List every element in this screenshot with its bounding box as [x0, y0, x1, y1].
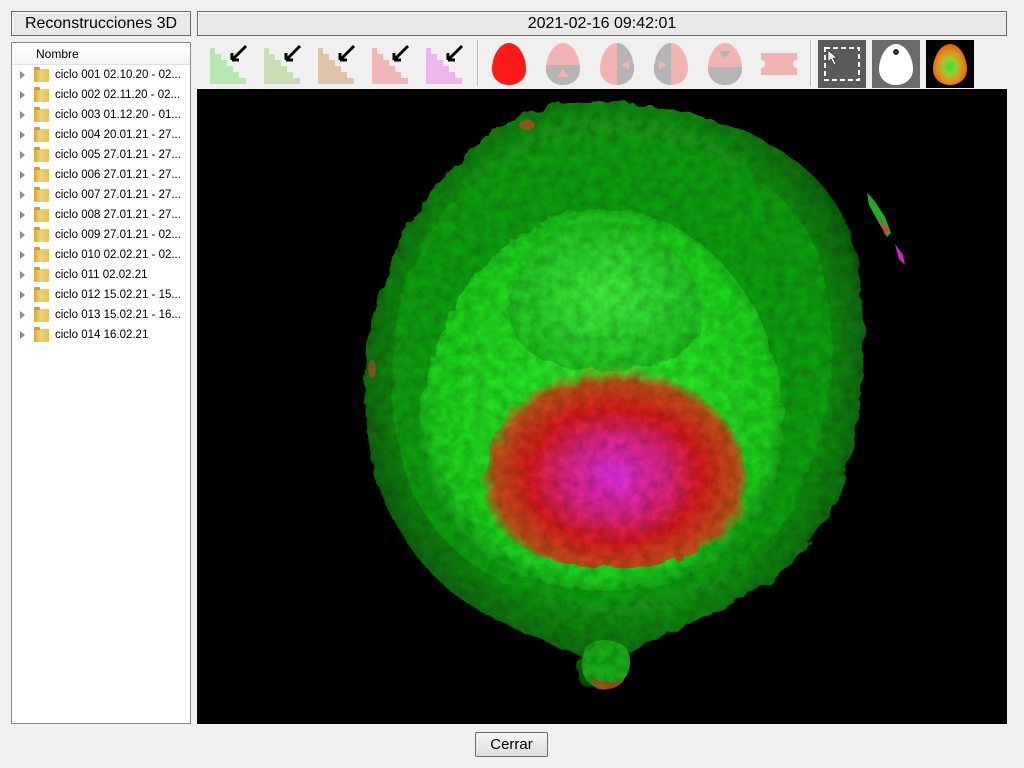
egg-heatmap-icon — [926, 40, 974, 88]
stairs-pink-button[interactable] — [366, 40, 414, 88]
egg-bottom-arrow-icon — [546, 43, 580, 85]
folder-icon — [34, 66, 49, 82]
egg-left-button[interactable] — [593, 40, 641, 88]
stairs-green-button[interactable] — [204, 40, 252, 88]
stairs-olive-button[interactable] — [258, 40, 306, 88]
stairs-pink-arrow-icon — [372, 44, 410, 84]
reconstruction-render — [364, 100, 905, 690]
expand-arrow-icon[interactable] — [20, 131, 28, 139]
timestamp-text: 2021-02-16 09:42:01 — [527, 14, 677, 32]
tree-item[interactable]: ciclo 006 27.01.21 - 27.... — [12, 165, 190, 185]
tree-item[interactable]: ciclo 013 15.02.21 - 16.... — [12, 305, 190, 325]
expand-arrow-icon[interactable] — [20, 251, 28, 259]
tree-item[interactable]: ciclo 007 27.01.21 - 27.... — [12, 185, 190, 205]
folder-icon — [34, 186, 49, 202]
tree-item-label: ciclo 012 15.02.21 - 15.... — [55, 289, 181, 301]
folder-icon — [34, 146, 49, 162]
egg-heatmap-button[interactable] — [926, 40, 974, 88]
tree-item-label: ciclo 005 27.01.21 - 27.... — [55, 149, 181, 161]
ticket-button[interactable] — [755, 40, 803, 88]
folder-icon — [34, 126, 49, 142]
toolbar-separator — [477, 40, 478, 86]
tree-item[interactable]: ciclo 010 02.02.21 - 02.... — [12, 245, 190, 265]
panel-title-text: Reconstrucciones 3D — [24, 14, 178, 32]
tree-item[interactable]: ciclo 008 27.01.21 - 27.... — [12, 205, 190, 225]
egg-white-icon — [872, 40, 920, 88]
folder-icon — [34, 106, 49, 122]
egg-top-arrow-icon — [708, 43, 742, 85]
folder-icon — [34, 326, 49, 342]
folder-icon — [34, 286, 49, 302]
column-header-label: Nombre — [36, 46, 79, 61]
tree-item[interactable]: ciclo 009 27.01.21 - 02.... — [12, 225, 190, 245]
tree-item-label: ciclo 004 20.01.21 - 27.... — [55, 129, 181, 141]
tree-item[interactable]: ciclo 014 16.02.21 — [12, 325, 190, 345]
egg-white-button[interactable] — [872, 40, 920, 88]
3d-viewport[interactable] — [197, 89, 1007, 724]
reconstruction-tree[interactable]: Nombre ciclo 001 02.10.20 - 02.... ciclo … — [11, 42, 191, 724]
folder-icon — [34, 266, 49, 282]
egg-top-button[interactable] — [701, 40, 749, 88]
selection-button[interactable] — [818, 40, 866, 88]
tree-item[interactable]: ciclo 003 01.12.20 - 01.... — [12, 105, 190, 125]
stray-fragment — [867, 193, 905, 265]
expand-arrow-icon[interactable] — [20, 331, 28, 339]
tree-item-label: ciclo 003 01.12.20 - 01.... — [55, 109, 181, 121]
expand-arrow-icon[interactable] — [20, 211, 28, 219]
expand-arrow-icon[interactable] — [20, 231, 28, 239]
tree-item[interactable]: ciclo 012 15.02.21 - 15.... — [12, 285, 190, 305]
column-header-nombre[interactable]: Nombre — [12, 43, 190, 65]
stairs-green-arrow-icon — [210, 44, 248, 84]
tree-item-label: ciclo 001 02.10.20 - 02.... — [55, 69, 181, 81]
tree-item-label: ciclo 006 27.01.21 - 27.... — [55, 169, 181, 181]
folder-icon — [34, 226, 49, 242]
egg-right-button[interactable] — [647, 40, 695, 88]
egg-red-button[interactable] — [485, 40, 533, 88]
tree-item-label: ciclo 007 27.01.21 - 27.... — [55, 189, 181, 201]
folder-icon — [34, 86, 49, 102]
expand-arrow-icon[interactable] — [20, 91, 28, 99]
folder-icon — [34, 166, 49, 182]
egg-red-icon — [492, 43, 526, 85]
expand-arrow-icon[interactable] — [20, 311, 28, 319]
ticket-icon — [761, 53, 797, 75]
expand-arrow-icon[interactable] — [20, 111, 28, 119]
tree-item-label: ciclo 002 02.11.20 - 02.... — [55, 89, 181, 101]
stairs-tan-button[interactable] — [312, 40, 360, 88]
egg-bottom-button[interactable] — [539, 40, 587, 88]
tree-item-label: ciclo 011 02.02.21 — [55, 269, 148, 281]
close-button[interactable]: Cerrar — [475, 732, 548, 757]
expand-arrow-icon[interactable] — [20, 271, 28, 279]
timestamp-bar: 2021-02-16 09:42:01 — [197, 11, 1007, 36]
stairs-tan-arrow-icon — [318, 44, 356, 84]
toolbar-separator — [810, 40, 811, 86]
stairs-magenta-button[interactable] — [420, 40, 468, 88]
folder-icon — [34, 306, 49, 322]
tree-item[interactable]: ciclo 004 20.01.21 - 27.... — [12, 125, 190, 145]
expand-arrow-icon[interactable] — [20, 151, 28, 159]
expand-arrow-icon[interactable] — [20, 191, 28, 199]
expand-arrow-icon[interactable] — [20, 171, 28, 179]
panel-title: Reconstrucciones 3D — [11, 11, 191, 36]
tree-item[interactable]: ciclo 005 27.01.21 - 27.... — [12, 145, 190, 165]
expand-arrow-icon[interactable] — [20, 291, 28, 299]
tree-item-label: ciclo 013 15.02.21 - 16.... — [55, 309, 181, 321]
expand-arrow-icon[interactable] — [20, 71, 28, 79]
folder-icon — [34, 246, 49, 262]
tree-item-label: ciclo 008 27.01.21 - 27.... — [55, 209, 181, 221]
stairs-olive-arrow-icon — [264, 44, 302, 84]
folder-icon — [34, 206, 49, 222]
tree-list: ciclo 001 02.10.20 - 02.... ciclo 002 02.… — [12, 65, 190, 345]
tree-item-label: ciclo 014 16.02.21 — [55, 329, 149, 341]
egg-left-arrow-icon — [600, 43, 634, 85]
tree-item-label: ciclo 009 27.01.21 - 02.... — [55, 229, 181, 241]
tree-item[interactable]: ciclo 011 02.02.21 — [12, 265, 190, 285]
egg-right-arrow-icon — [654, 43, 688, 85]
selection-cursor-icon — [818, 40, 866, 88]
stairs-magenta-arrow-icon — [426, 44, 464, 84]
tree-item[interactable]: ciclo 001 02.10.20 - 02.... — [12, 65, 190, 85]
toolbar — [197, 37, 1007, 89]
tree-item-label: ciclo 010 02.02.21 - 02.... — [55, 249, 181, 261]
tree-item[interactable]: ciclo 002 02.11.20 - 02.... — [12, 85, 190, 105]
